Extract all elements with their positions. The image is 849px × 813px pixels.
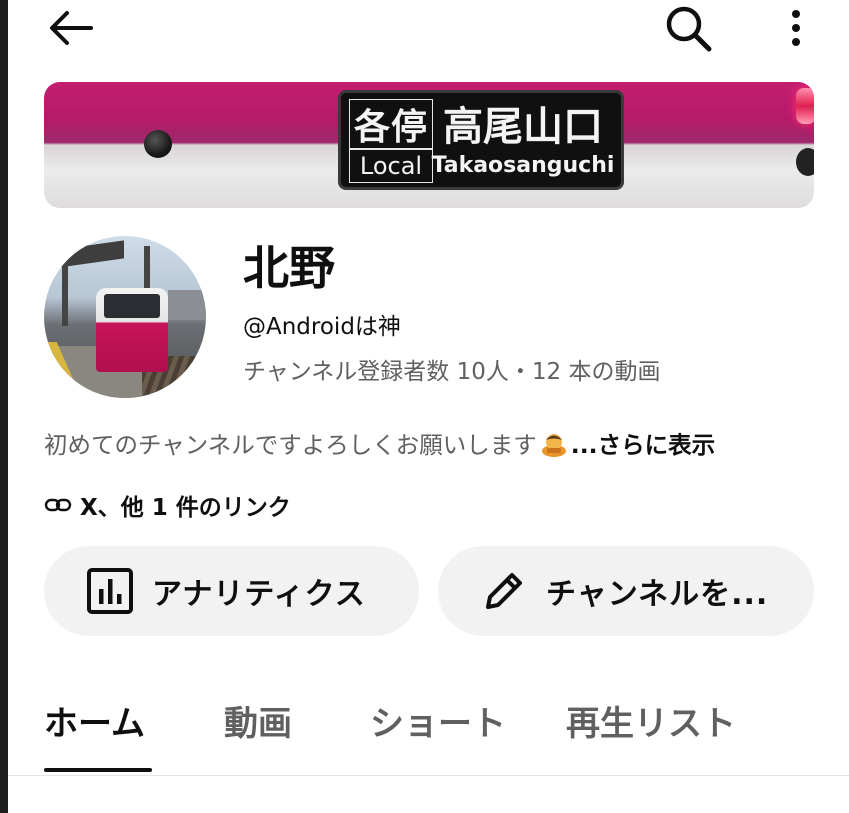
channel-handle: @Androidは神 [243, 314, 401, 340]
edit-channel-button[interactable]: チャンネルを... [438, 546, 814, 636]
tab-videos[interactable]: 動画 [224, 694, 292, 754]
destination-sign: 各停 Local 高尾山口 Takaosanguchi [338, 90, 624, 190]
show-more-link[interactable]: ...さらに表示 [571, 431, 715, 459]
channel-banner[interactable]: 各停 Local 高尾山口 Takaosanguchi [44, 82, 814, 208]
channel-name: 北野 [243, 241, 335, 295]
tab-playlists[interactable]: 再生リスト [566, 694, 736, 754]
avatar-train-window [104, 294, 160, 318]
channel-links[interactable]: X、他 1 件のリンク [44, 488, 291, 522]
banner-rivet [144, 130, 172, 158]
back-button[interactable] [40, 6, 100, 50]
bar-chart-icon [87, 568, 133, 614]
window-edge [0, 0, 8, 813]
avatar-pillar [62, 256, 68, 326]
pencil-icon [486, 573, 522, 609]
link-icon [44, 498, 72, 512]
tabs-divider [8, 775, 849, 776]
links-label: X、他 1 件のリンク [80, 495, 291, 521]
sign-destination-jp: 高尾山口 [443, 104, 603, 150]
sign-destination-en: Takaosanguchi [431, 152, 615, 178]
channel-avatar[interactable] [44, 236, 206, 398]
avatar-building [168, 290, 206, 320]
more-vert-icon [792, 10, 800, 46]
search-icon [666, 6, 712, 52]
search-button[interactable] [658, 4, 718, 52]
sign-service-jp: 各停 [349, 99, 433, 149]
channel-stats: チャンネル登録者数 10人・12 本の動画 [243, 359, 661, 385]
active-tab-indicator [44, 768, 152, 772]
bowing-person-emoji [541, 434, 566, 457]
analytics-label: アナリティクス [152, 577, 366, 612]
arrow-left-icon [50, 11, 93, 45]
sign-service-en: Local [349, 149, 433, 183]
avatar-roof [44, 240, 124, 270]
tab-home[interactable]: ホーム [44, 694, 145, 754]
edit-channel-label: チャンネルを... [546, 577, 769, 612]
channel-tabs: ホーム 動画 ショート 再生リスト [44, 694, 824, 776]
analytics-button[interactable]: アナリティクス [44, 546, 419, 636]
description-text: 初めてのチャンネルですよろしくお願いします [44, 431, 537, 459]
tab-shorts[interactable]: ショート [370, 694, 506, 754]
more-options-button[interactable] [776, 4, 816, 52]
banner-rivet [796, 148, 814, 176]
channel-description[interactable]: 初めてのチャンネルですよろしくお願いします ...さらに表示 [44, 428, 824, 462]
banner-lamp [796, 88, 814, 124]
